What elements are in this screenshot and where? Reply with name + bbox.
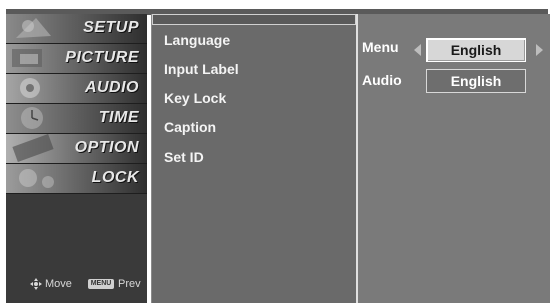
menu-item-setup[interactable]: SETUP xyxy=(6,14,147,44)
menu-item-label: SETUP xyxy=(83,19,139,36)
main-menu: SETUP PICTURE AUDIO TIME OPTION LOCK xyxy=(6,14,147,303)
tv-menu-screen: SETUP PICTURE AUDIO TIME OPTION LOCK Mov… xyxy=(0,0,552,303)
menu-item-label: LOCK xyxy=(91,169,139,186)
prev-hint-label: Prev xyxy=(118,278,141,290)
submenu-top-edge xyxy=(152,14,356,25)
audio-language-selector[interactable]: English xyxy=(426,69,526,93)
submenu-item-set-id[interactable]: Set ID xyxy=(164,149,204,165)
menu-item-lock[interactable]: LOCK xyxy=(6,164,147,194)
menu-item-audio[interactable]: AUDIO xyxy=(6,74,147,104)
setup-submenu: Language Input Label Key Lock Caption Se… xyxy=(151,14,356,303)
submenu-item-language[interactable]: Language xyxy=(164,32,230,48)
language-panel: Menu English Audio English xyxy=(356,14,550,303)
menu-item-label: TIME xyxy=(98,109,139,126)
move-hint-label: Move xyxy=(45,278,72,290)
submenu-item-input-label[interactable]: Input Label xyxy=(164,61,239,77)
menu-item-label: OPTION xyxy=(74,139,139,156)
menu-item-picture[interactable]: PICTURE xyxy=(6,44,147,74)
arrow-right-icon[interactable] xyxy=(536,44,543,56)
four-way-arrow-icon xyxy=(30,278,42,290)
menu-item-option[interactable]: OPTION xyxy=(6,134,147,164)
menu-item-label: PICTURE xyxy=(65,49,139,66)
menu-language-selector[interactable]: English xyxy=(426,38,526,62)
submenu-item-caption[interactable]: Caption xyxy=(164,119,216,135)
navigation-hints: Move MENU Prev xyxy=(6,274,147,294)
menu-item-label: AUDIO xyxy=(84,79,139,96)
menu-language-label: Menu xyxy=(362,39,399,55)
submenu-item-key-lock[interactable]: Key Lock xyxy=(164,90,226,106)
menu-key-icon: MENU xyxy=(88,279,114,289)
arrow-left-icon[interactable] xyxy=(414,44,421,56)
audio-language-label: Audio xyxy=(362,72,402,88)
menu-item-time[interactable]: TIME xyxy=(6,104,147,134)
